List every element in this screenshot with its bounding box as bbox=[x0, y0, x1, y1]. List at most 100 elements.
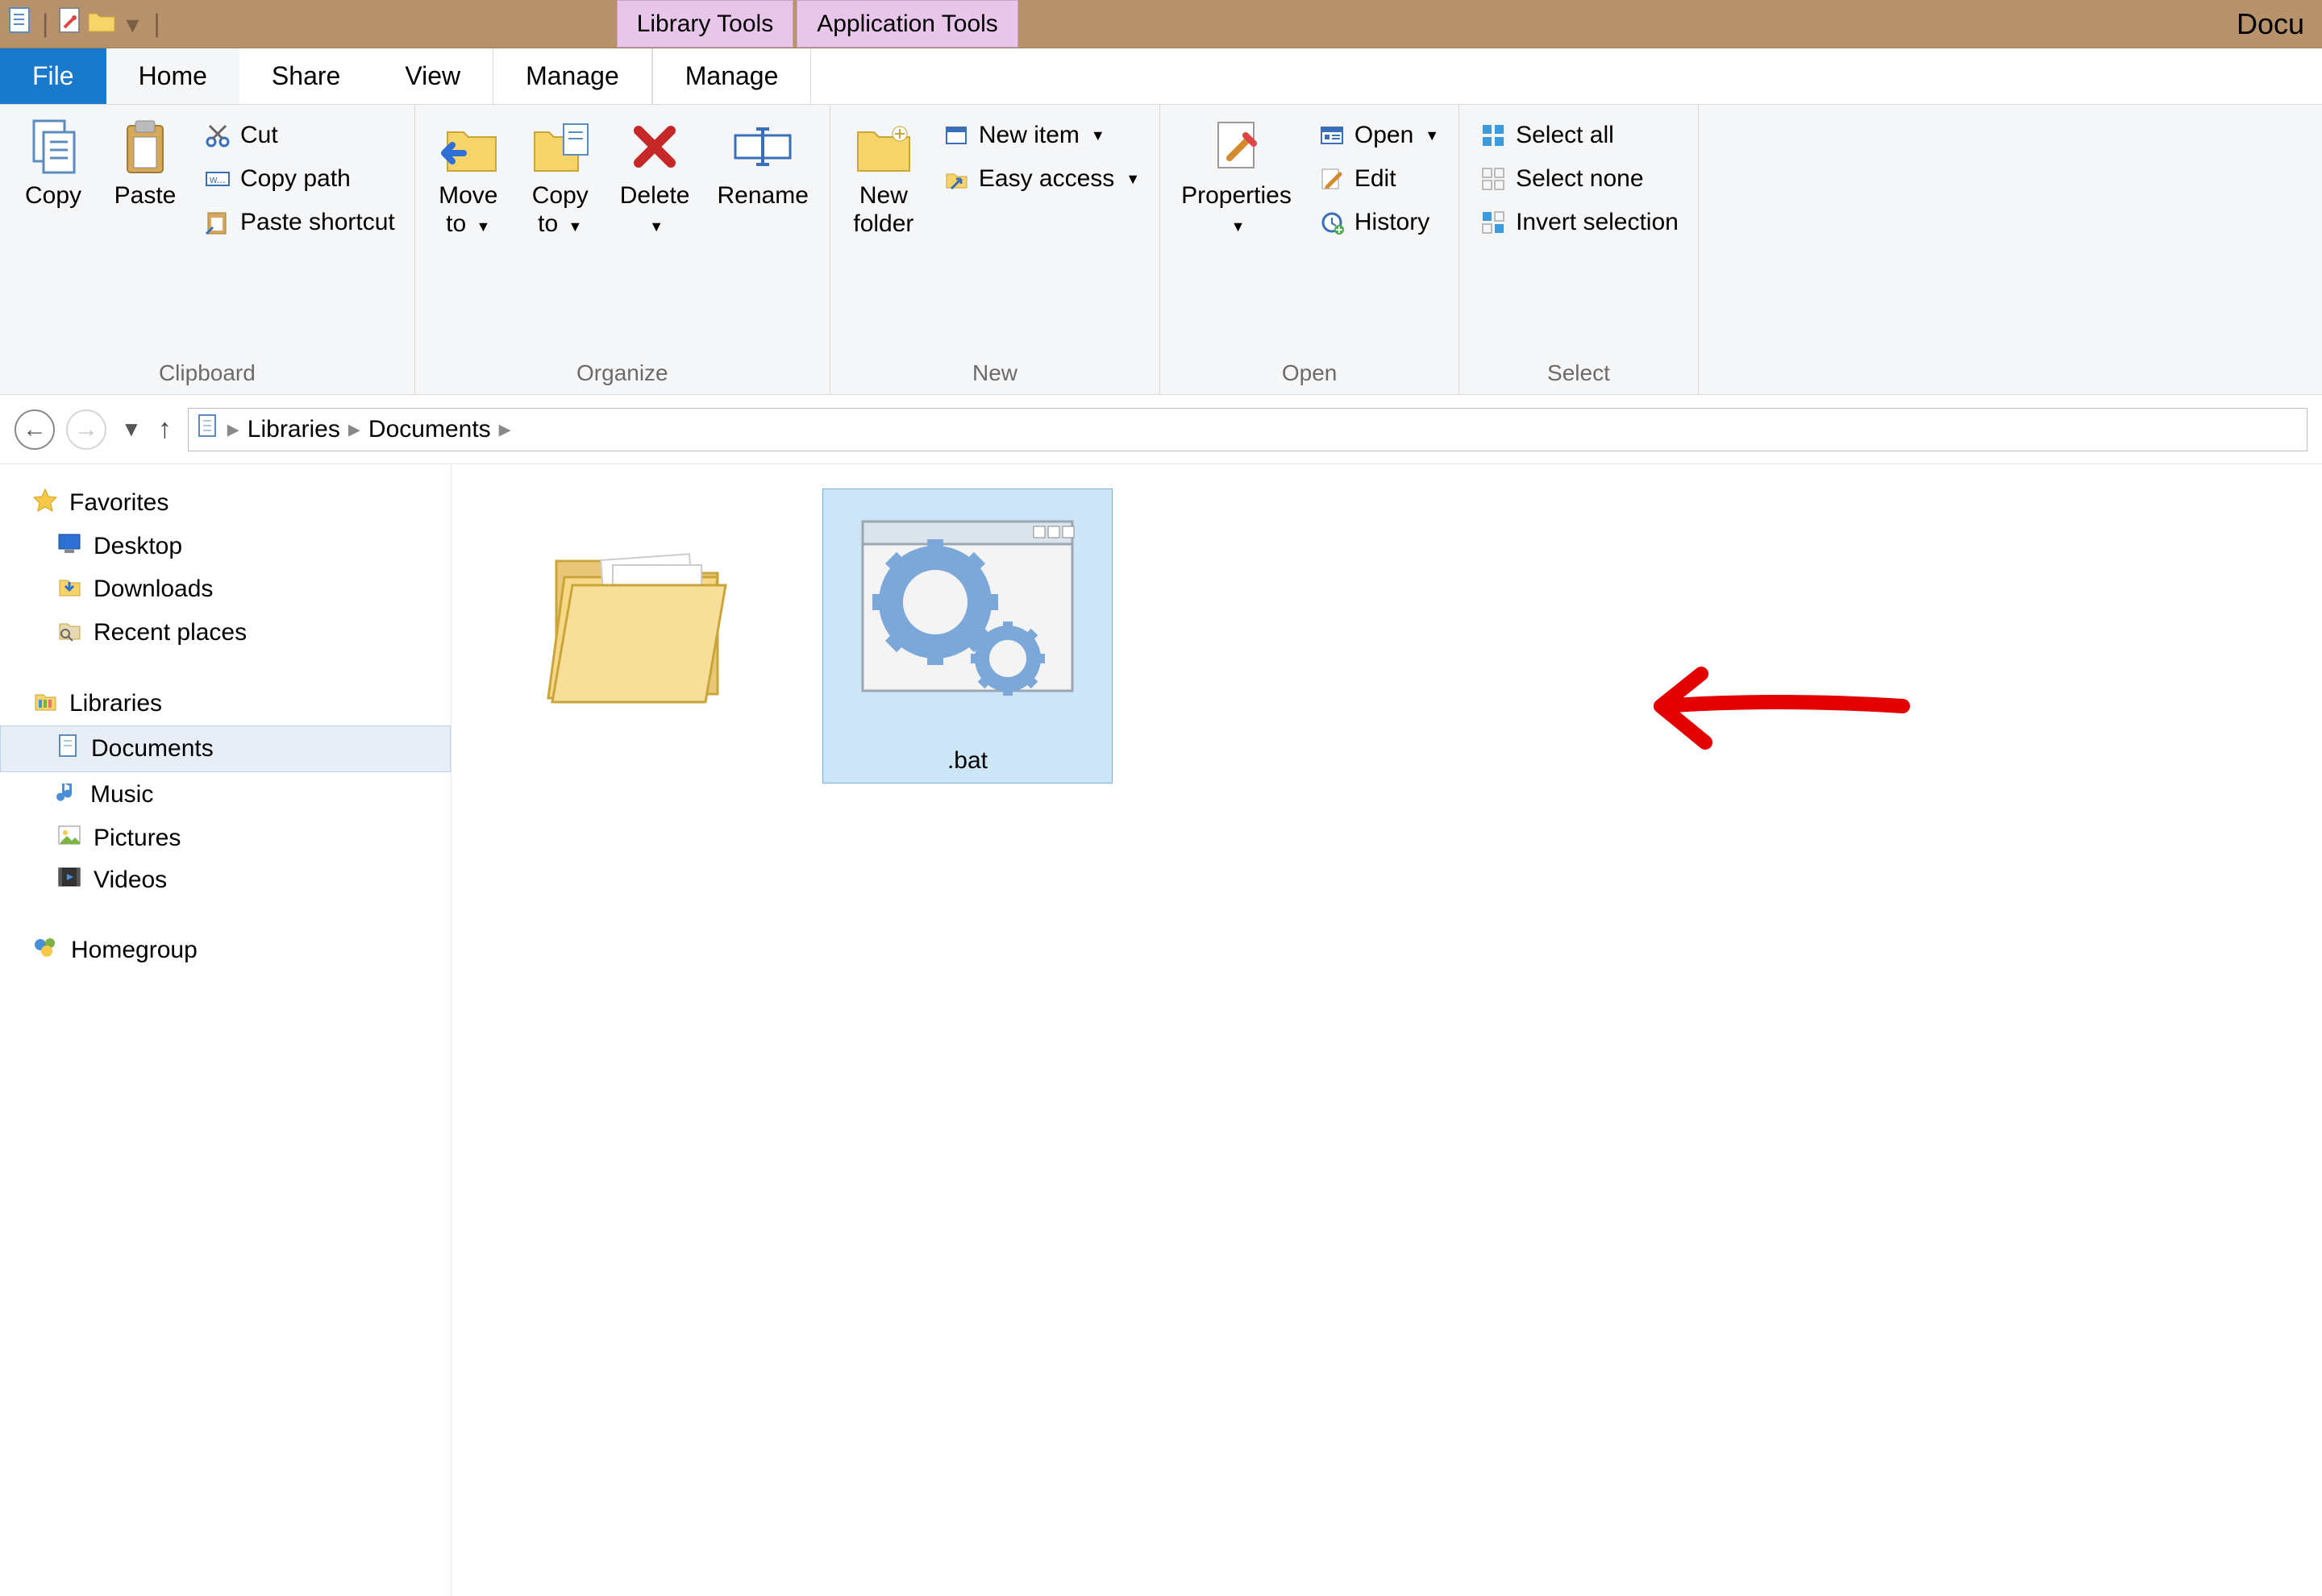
nav-videos-label: Videos bbox=[94, 867, 167, 894]
scissors-icon bbox=[203, 121, 232, 150]
nav-homegroup-label: Homegroup bbox=[71, 937, 198, 964]
forward-button[interactable]: → bbox=[66, 409, 106, 450]
breadcrumb-separator[interactable]: ▸ bbox=[227, 415, 239, 443]
delete-icon bbox=[626, 118, 684, 176]
paste-shortcut-button[interactable]: Paste shortcut bbox=[197, 205, 402, 240]
application-tools-header[interactable]: Application Tools bbox=[797, 0, 1018, 48]
nav-recent-places[interactable]: Recent places bbox=[0, 611, 451, 655]
content-pane[interactable]: .bat bbox=[452, 464, 2322, 1596]
invert-selection-icon bbox=[1479, 208, 1508, 237]
properties-label: Properties▼ bbox=[1181, 182, 1292, 238]
new-folder-icon bbox=[855, 118, 913, 176]
address-bar[interactable]: ▸ Libraries ▸ Documents ▸ bbox=[188, 408, 2307, 451]
rename-button[interactable]: Rename bbox=[709, 113, 816, 215]
nav-pictures[interactable]: Pictures bbox=[0, 817, 451, 859]
breadcrumb-separator[interactable]: ▸ bbox=[499, 415, 511, 443]
tab-home[interactable]: Home bbox=[106, 48, 239, 104]
tab-view[interactable]: View bbox=[372, 48, 493, 104]
delete-label: Delete▼ bbox=[620, 182, 690, 238]
paste-button[interactable]: Paste bbox=[105, 113, 185, 215]
cut-label: Cut bbox=[240, 122, 278, 149]
documents-icon bbox=[57, 733, 80, 765]
cut-button[interactable]: Cut bbox=[197, 118, 402, 153]
nav-music-label: Music bbox=[90, 781, 153, 808]
separator: | bbox=[42, 9, 48, 39]
nav-libraries[interactable]: Libraries bbox=[0, 682, 451, 725]
paste-shortcut-label: Paste shortcut bbox=[240, 209, 395, 236]
properties-qat-icon[interactable] bbox=[58, 6, 82, 41]
nav-videos[interactable]: Videos bbox=[0, 859, 451, 901]
tab-manage-application[interactable]: Manage bbox=[652, 48, 812, 104]
folder-icon bbox=[516, 497, 758, 738]
copy-path-button[interactable]: w...Copy path bbox=[197, 161, 402, 197]
recent-places-icon bbox=[56, 617, 82, 648]
group-select: Select all Select none Invert selection … bbox=[1459, 105, 1699, 394]
navigation-bar: ← → ▼ ↑ ▸ Libraries ▸ Documents ▸ bbox=[0, 395, 2322, 464]
chevron-down-icon: ▼ bbox=[1091, 127, 1105, 144]
new-folder-button[interactable]: New folder bbox=[843, 113, 924, 243]
qat-dropdown-icon[interactable]: ▾ bbox=[126, 9, 139, 39]
select-none-button[interactable]: Select none bbox=[1472, 161, 1685, 197]
separator: | bbox=[153, 9, 160, 39]
properties-button[interactable]: Properties▼ bbox=[1173, 113, 1300, 243]
main-area: Favorites Desktop Downloads Recent place… bbox=[0, 464, 2322, 1596]
tab-manage-library[interactable]: Manage bbox=[493, 48, 652, 104]
back-button[interactable]: ← bbox=[15, 409, 55, 450]
nav-favorites[interactable]: Favorites bbox=[0, 480, 451, 526]
library-tools-header[interactable]: Library Tools bbox=[617, 0, 794, 48]
copy-to-icon bbox=[531, 118, 589, 176]
copy-to-label: Copy to ▼ bbox=[532, 182, 589, 238]
folder-qat-icon[interactable] bbox=[87, 9, 116, 39]
group-open: Properties▼ Open▼ Edit History Open bbox=[1160, 105, 1459, 394]
copy-button[interactable]: Copy bbox=[13, 113, 94, 215]
document-icon[interactable] bbox=[8, 6, 32, 41]
folder-item[interactable] bbox=[492, 488, 782, 754]
nav-documents[interactable]: Documents bbox=[0, 725, 451, 772]
tab-share[interactable]: Share bbox=[239, 48, 372, 104]
nav-downloads[interactable]: Downloads bbox=[0, 567, 451, 611]
chevron-down-icon: ▼ bbox=[1126, 171, 1140, 188]
recent-locations-dropdown[interactable]: ▼ bbox=[121, 417, 142, 442]
batch-file-icon bbox=[847, 497, 1088, 739]
breadcrumb-libraries[interactable]: Libraries bbox=[248, 416, 340, 443]
new-folder-label: New folder bbox=[853, 182, 913, 238]
select-all-icon bbox=[1479, 121, 1508, 150]
chevron-down-icon: ▼ bbox=[1425, 127, 1439, 144]
easy-access-button[interactable]: Easy access▼ bbox=[935, 161, 1146, 197]
nav-desktop[interactable]: Desktop bbox=[0, 526, 451, 567]
nav-desktop-label: Desktop bbox=[94, 533, 182, 560]
history-button[interactable]: History bbox=[1311, 205, 1446, 240]
invert-selection-button[interactable]: Invert selection bbox=[1472, 205, 1685, 240]
edit-button[interactable]: Edit bbox=[1311, 161, 1446, 197]
rename-label: Rename bbox=[717, 182, 808, 210]
group-organize: Move to ▼ Copy to ▼ Delete▼ Rename Organ… bbox=[415, 105, 830, 394]
delete-button[interactable]: Delete▼ bbox=[612, 113, 698, 243]
copy-path-label: Copy path bbox=[240, 165, 351, 193]
nav-music[interactable]: Music bbox=[0, 772, 451, 817]
bat-file-item[interactable]: .bat bbox=[822, 488, 1113, 783]
downloads-icon bbox=[56, 574, 82, 605]
paste-icon bbox=[116, 118, 174, 176]
chevron-down-icon: ▼ bbox=[568, 218, 583, 235]
history-label: History bbox=[1354, 209, 1429, 236]
breadcrumb-documents[interactable]: Documents bbox=[368, 416, 491, 443]
edit-icon bbox=[1317, 164, 1346, 193]
title-bar: | ▾ | Library Tools Application Tools Do… bbox=[0, 0, 2322, 48]
open-button[interactable]: Open▼ bbox=[1311, 118, 1446, 153]
group-label-new: New bbox=[843, 355, 1146, 391]
up-button[interactable]: ↑ bbox=[153, 414, 177, 445]
group-label-select: Select bbox=[1472, 355, 1685, 391]
copy-to-button[interactable]: Copy to ▼ bbox=[520, 113, 601, 243]
select-all-button[interactable]: Select all bbox=[1472, 118, 1685, 153]
new-item-button[interactable]: New item▼ bbox=[935, 118, 1146, 153]
nav-recent-label: Recent places bbox=[94, 619, 247, 646]
ribbon-tabs: File Home Share View Manage Manage bbox=[0, 48, 2322, 105]
breadcrumb-separator[interactable]: ▸ bbox=[348, 415, 360, 443]
copy-label: Copy bbox=[25, 182, 81, 210]
move-to-button[interactable]: Move to ▼ bbox=[428, 113, 509, 243]
rename-icon bbox=[734, 118, 792, 176]
tab-file[interactable]: File bbox=[0, 48, 106, 104]
nav-homegroup[interactable]: Homegroup bbox=[0, 929, 451, 972]
new-item-icon bbox=[942, 121, 971, 150]
location-icon bbox=[197, 413, 219, 447]
